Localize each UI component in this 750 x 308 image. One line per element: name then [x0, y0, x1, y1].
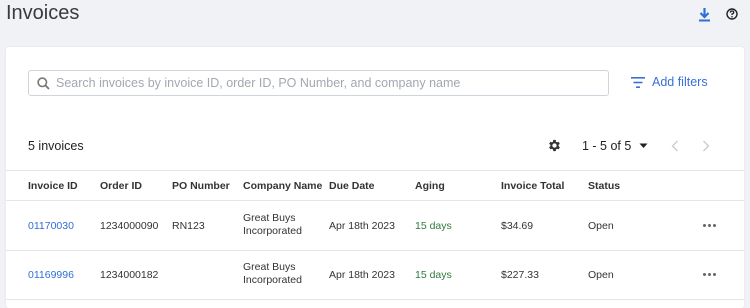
column-header-po-number[interactable]: PO Number [172, 180, 230, 192]
column-header-company-name[interactable]: Company Name [243, 180, 322, 192]
invoice-id-link[interactable]: 01169996 [28, 269, 74, 281]
invoice-total: $34.69 [501, 220, 534, 232]
filter-icon [631, 76, 645, 88]
pagination: 1 - 5 of 5 [582, 139, 648, 153]
search-box[interactable] [28, 70, 609, 96]
column-header-due-date[interactable]: Due Date [329, 180, 375, 192]
more-options-icon[interactable] [703, 224, 716, 227]
more-options-icon[interactable] [703, 273, 716, 276]
invoice-id-link[interactable]: 01170030 [28, 220, 74, 232]
due-date: Apr 18th 2023 [329, 269, 395, 281]
search-input[interactable] [56, 76, 596, 90]
search-icon [37, 76, 50, 90]
table-row[interactable]: 01169996 1234000182 Great Buys Incorpora… [6, 251, 744, 300]
company-name: Great Buys Incorporated [243, 212, 302, 237]
due-date: Apr 18th 2023 [329, 220, 395, 232]
page-title: Invoices [6, 2, 80, 24]
status: Open [588, 269, 614, 281]
add-filters-label: Add filters [652, 75, 708, 89]
download-icon[interactable] [696, 6, 712, 22]
gear-icon[interactable] [547, 138, 562, 158]
order-id: 1234000090 [100, 220, 159, 232]
header-actions [696, 6, 740, 22]
chevron-left-icon[interactable] [671, 139, 679, 157]
order-id: 1234000182 [100, 269, 159, 281]
chevron-right-icon[interactable] [702, 139, 710, 157]
aging: 15 days [415, 269, 452, 281]
po-number: RN123 [172, 220, 205, 232]
column-header-invoice-id[interactable]: Invoice ID [28, 180, 78, 192]
invoice-total: $227.33 [501, 269, 539, 281]
invoice-count: 5 invoices [28, 139, 84, 153]
invoices-card: Add filters 5 invoices 1 - 5 of 5 Invoic… [6, 47, 744, 308]
add-filters-button[interactable]: Add filters [631, 75, 708, 89]
column-header-aging[interactable]: Aging [415, 180, 445, 192]
status: Open [588, 220, 614, 232]
aging: 15 days [415, 220, 452, 232]
table-header: Invoice ID Order ID PO Number Company Na… [6, 171, 744, 201]
pagination-range: 1 - 5 of 5 [582, 139, 632, 153]
column-header-order-id[interactable]: Order ID [100, 180, 142, 192]
help-icon[interactable] [724, 6, 740, 22]
column-header-invoice-total[interactable]: Invoice Total [501, 180, 564, 192]
column-header-status[interactable]: Status [588, 180, 620, 192]
table-row[interactable]: 01170030 1234000090 RN123 Great Buys Inc… [6, 202, 744, 251]
company-name: Great Buys Incorporated [243, 261, 302, 286]
caret-down-icon[interactable] [639, 143, 648, 149]
